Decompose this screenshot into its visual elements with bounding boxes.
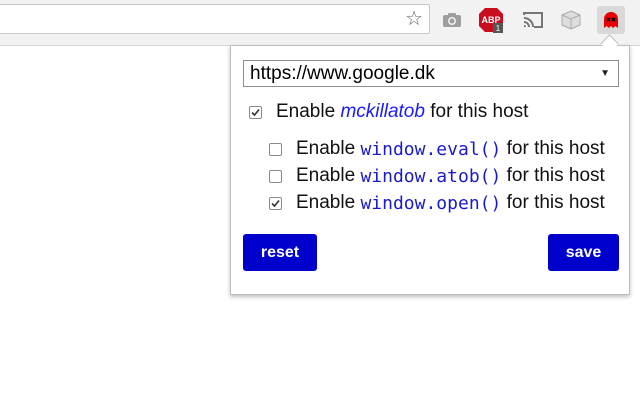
enable-open-row[interactable]: Enable window.open() for this host [269, 192, 605, 214]
enable-mckillatob-row[interactable]: Enable mckillatob for this host [249, 101, 528, 123]
enable-suffix-label: for this host [506, 138, 605, 159]
atob-code-label: window.atob() [360, 165, 502, 187]
enable-mckillatob-checkbox[interactable] [249, 105, 262, 119]
enable-eval-row[interactable]: Enable window.eval() for this host [269, 138, 605, 160]
checkmark-icon [251, 108, 260, 116]
enable-open-checkbox[interactable] [269, 196, 282, 210]
reset-button[interactable]: reset [243, 234, 317, 271]
enable-prefix-label: Enable [276, 101, 336, 122]
cube-icon[interactable] [558, 7, 584, 33]
dropdown-caret-icon: ▼ [600, 68, 610, 79]
browser-toolbar: ☆ ABP 1 [0, 0, 640, 40]
enable-atob-checkbox[interactable] [269, 169, 282, 183]
enable-prefix-label: Enable [296, 165, 356, 186]
enable-atob-row[interactable]: Enable window.atob() for this host [269, 165, 605, 187]
enable-prefix-label: Enable [296, 138, 356, 159]
mckillatob-icon[interactable] [597, 6, 625, 34]
save-button[interactable]: save [548, 234, 619, 271]
host-select[interactable]: https://www.google.dk ▼ [243, 60, 619, 87]
adblock-plus-icon[interactable]: ABP 1 [478, 7, 504, 33]
enable-suffix-label: for this host [430, 101, 529, 122]
enable-suffix-label: for this host [506, 192, 605, 213]
enable-prefix-label: Enable [296, 192, 356, 213]
cast-icon[interactable] [520, 7, 546, 33]
svg-text:1: 1 [496, 24, 501, 33]
mckillatob-name: mckillatob [340, 101, 425, 122]
address-bar[interactable]: ☆ [0, 4, 430, 34]
open-code-label: window.open() [360, 192, 502, 214]
eval-code-label: window.eval() [360, 138, 502, 160]
enable-eval-checkbox[interactable] [269, 142, 282, 156]
checkmark-icon [271, 199, 280, 207]
enable-suffix-label: for this host [506, 165, 605, 186]
bookmark-star-icon[interactable]: ☆ [405, 9, 423, 29]
host-select-value: https://www.google.dk [250, 62, 435, 84]
camera-icon[interactable] [439, 7, 465, 33]
extension-popup: https://www.google.dk ▼ Enable mckillato… [230, 45, 630, 295]
